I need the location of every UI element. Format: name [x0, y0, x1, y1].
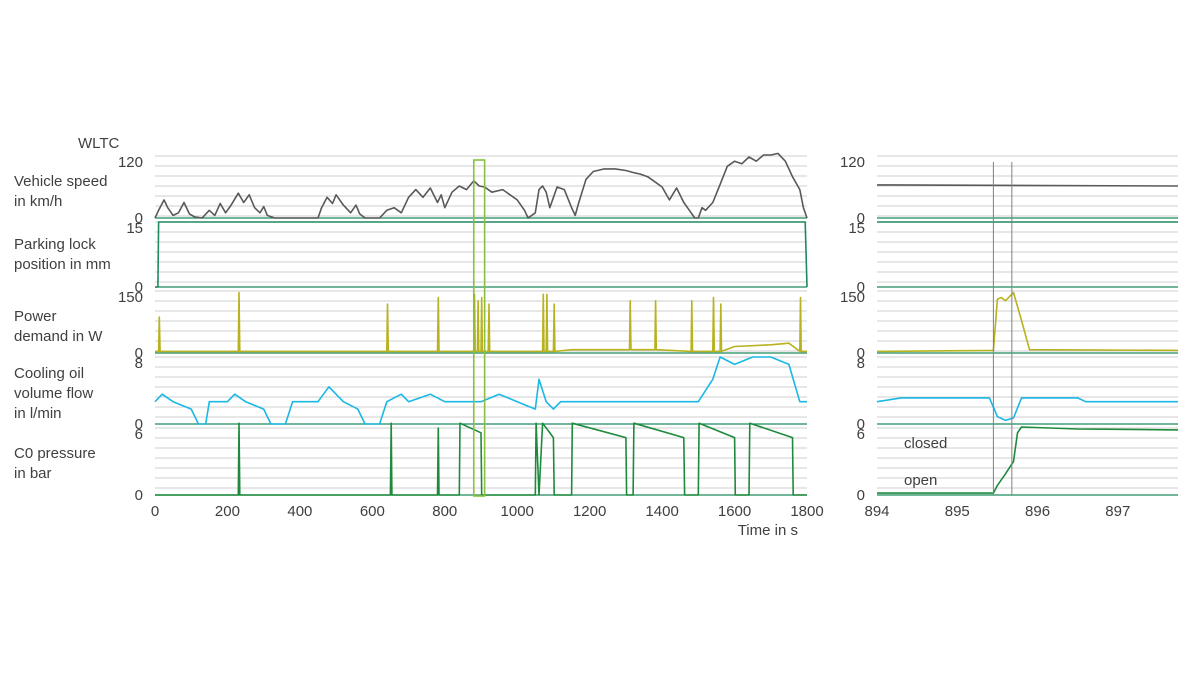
wltc-figure: 1200150150080600 200 400 600 800 1000 1200 1400… — [118, 152, 1179, 539]
series-line-power — [155, 291, 807, 353]
y-tick-label: 120 — [840, 154, 865, 171]
y-tick-label: 6 — [857, 426, 865, 443]
x-tick-label: 894 — [864, 503, 889, 520]
annotation-closed: closed — [904, 435, 947, 452]
y-tick-label: 150 — [118, 289, 143, 306]
x-tick-label: 400 — [287, 503, 312, 520]
x-axis-title: Time in s — [738, 522, 798, 539]
series-line-speed — [876, 184, 1179, 187]
x-tick-label: 896 — [1025, 503, 1050, 520]
series-line-power — [876, 291, 1179, 353]
x-tick-label: 1400 — [645, 503, 678, 520]
y-tick-label: 0 — [135, 487, 143, 504]
x-tick-label: 200 — [215, 503, 240, 520]
x-tick-label: 1800 — [790, 503, 823, 520]
series-line-pressure — [155, 422, 807, 496]
y-tick-label: 0 — [857, 487, 865, 504]
y-tick-label: 150 — [840, 289, 865, 306]
x-tick-label: 600 — [360, 503, 385, 520]
x-tick-label: 897 — [1105, 503, 1130, 520]
y-tick-label: 15 — [848, 220, 865, 237]
y-tick-label: 6 — [135, 426, 143, 443]
y-tick-label: 120 — [118, 154, 143, 171]
x-tick-label: 800 — [432, 503, 457, 520]
y-tick-label: 8 — [135, 355, 143, 372]
y-tick-label: 15 — [126, 220, 143, 237]
annotation-open: open — [904, 472, 937, 489]
x-tick-label: 0 — [151, 503, 159, 520]
x-tick-label: 1000 — [501, 503, 534, 520]
y-tick-label: 8 — [857, 355, 865, 372]
x-tick-label: 895 — [945, 503, 970, 520]
x-tick-label: 1600 — [718, 503, 751, 520]
x-tick-label: 1200 — [573, 503, 606, 520]
